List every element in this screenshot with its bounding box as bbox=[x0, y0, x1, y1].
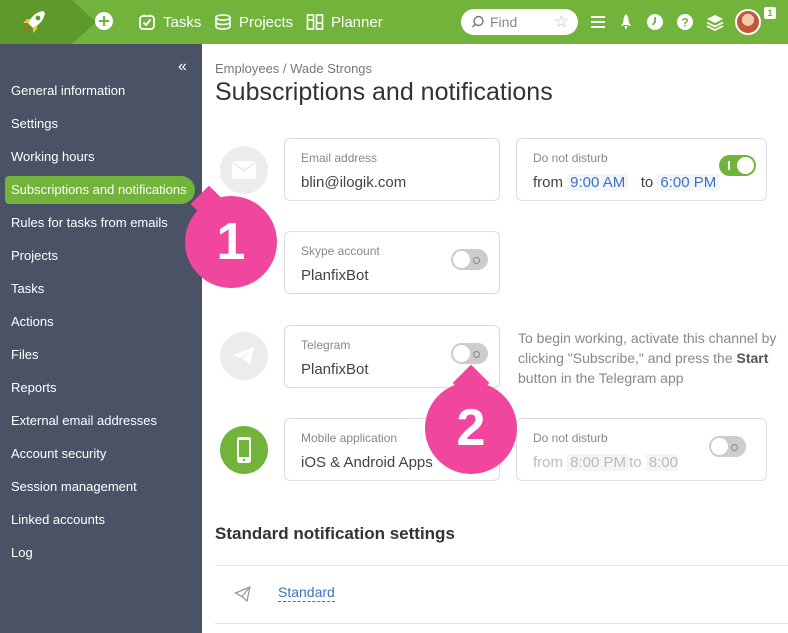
telegram-hint: To begin working, activate this channel … bbox=[518, 328, 783, 388]
mobile-dnd-card: Do not disturb from 8:00 PMto 8:00 AM bbox=[516, 418, 767, 481]
mobile-dnd-toggle[interactable] bbox=[709, 436, 746, 457]
sidebar-item-projects[interactable]: Projects bbox=[0, 242, 202, 270]
email-label: Email address bbox=[301, 151, 378, 165]
telegram-channel-icon bbox=[220, 332, 268, 380]
star-icon[interactable]: ☆ bbox=[554, 12, 569, 32]
sidebar-item-linked-accounts[interactable]: Linked accounts bbox=[0, 506, 202, 534]
telegram-standard-icon bbox=[234, 585, 251, 603]
telegram-hint-bold: Start bbox=[736, 350, 769, 366]
page-title: Subscriptions and notifications bbox=[215, 78, 553, 106]
notification-badge: 1 bbox=[764, 7, 776, 19]
nav-planner[interactable]: Planner bbox=[305, 0, 383, 44]
mobile-channel-icon bbox=[220, 426, 268, 474]
telegram-toggle[interactable] bbox=[451, 343, 488, 364]
sidebar-item-settings[interactable]: Settings bbox=[0, 110, 202, 138]
standard-link[interactable]: Standard bbox=[278, 584, 335, 602]
sidebar-item-subscriptions-and-notifications[interactable]: Subscriptions and notifications bbox=[5, 176, 195, 204]
sidebar-item-log[interactable]: Log bbox=[0, 539, 202, 567]
tasks-icon bbox=[137, 12, 157, 32]
svg-text:?: ? bbox=[681, 16, 688, 30]
sidebar-item-session-management[interactable]: Session management bbox=[0, 473, 202, 501]
top-bar: Tasks Projects Planner ☆ ? 1 bbox=[0, 0, 788, 44]
skype-value[interactable]: PlanfixBot bbox=[301, 267, 483, 284]
mobile-dnd-from-time[interactable]: 8:00 PM bbox=[567, 454, 630, 471]
sidebar-item-working-hours[interactable]: Working hours bbox=[0, 143, 202, 171]
email-dnd-label: Do not disturb bbox=[533, 151, 608, 165]
email-dnd-card: Do not disturb from 9:00 AM to 6:00 PM bbox=[516, 138, 767, 201]
nav-tasks-label: Tasks bbox=[163, 13, 202, 31]
rocket-icon[interactable] bbox=[615, 11, 637, 33]
sidebar-item-files[interactable]: Files bbox=[0, 341, 202, 369]
sidebar: « General information Settings Working h… bbox=[0, 44, 202, 633]
sidebar-item-reports[interactable]: Reports bbox=[0, 374, 202, 402]
sidebar-item-account-security[interactable]: Account security bbox=[0, 440, 202, 468]
add-button[interactable] bbox=[95, 12, 113, 30]
email-channel-icon bbox=[220, 146, 268, 194]
standard-section-title: Standard notification settings bbox=[215, 524, 455, 543]
divider bbox=[215, 623, 788, 624]
mobile-dnd-to-text: to bbox=[629, 454, 642, 471]
sidebar-item-rules-for-tasks-from-emails[interactable]: Rules for tasks from emails bbox=[0, 209, 202, 237]
skype-card: Skype account PlanfixBot bbox=[284, 231, 500, 294]
breadcrumb[interactable]: Employees / Wade Strongs bbox=[215, 61, 372, 76]
collapse-sidebar-icon[interactable]: « bbox=[178, 58, 187, 76]
help-icon[interactable]: ? bbox=[674, 11, 696, 33]
search-icon bbox=[471, 15, 484, 28]
layers-icon[interactable] bbox=[704, 11, 726, 33]
sidebar-item-external-email-addresses[interactable]: External email addresses bbox=[0, 407, 202, 435]
callout-2: 2 bbox=[425, 382, 517, 474]
email-value[interactable]: blin@ilogik.com bbox=[301, 174, 483, 191]
nav-planner-label: Planner bbox=[331, 13, 383, 31]
sidebar-item-actions[interactable]: Actions bbox=[0, 308, 202, 336]
skype-toggle[interactable] bbox=[451, 249, 488, 270]
email-dnd-from-time[interactable]: 9:00 AM bbox=[567, 174, 629, 191]
email-dnd-range: from 9:00 AM to 6:00 PM bbox=[533, 174, 750, 191]
planner-icon bbox=[305, 12, 325, 32]
clock-icon[interactable] bbox=[644, 11, 666, 33]
projects-icon bbox=[213, 12, 233, 32]
user-avatar[interactable] bbox=[735, 9, 761, 35]
telegram-hint-text-2: button in the Telegram app bbox=[518, 370, 684, 386]
telegram-value[interactable]: PlanfixBot bbox=[301, 361, 483, 378]
email-dnd-to-time[interactable]: 6:00 PM bbox=[657, 174, 720, 191]
search-input[interactable] bbox=[490, 14, 550, 30]
email-dnd-to-text: to bbox=[640, 174, 654, 191]
nav-tasks[interactable]: Tasks bbox=[137, 0, 201, 44]
callout-1: 1 bbox=[185, 196, 277, 288]
nav-projects-label: Projects bbox=[239, 13, 294, 31]
divider bbox=[215, 565, 788, 566]
email-dnd-toggle[interactable] bbox=[719, 155, 756, 176]
rocket-logo-icon[interactable] bbox=[19, 8, 49, 36]
mobile-dnd-range: from 8:00 PMto 8:00 AM bbox=[533, 454, 678, 471]
nav-projects[interactable]: Projects bbox=[213, 0, 293, 44]
mobile-dnd-from-text: from bbox=[533, 454, 563, 471]
mobile-dnd-to-time[interactable]: 8:00 AM bbox=[645, 454, 678, 471]
menu-icon[interactable] bbox=[587, 11, 609, 33]
sidebar-item-general-information[interactable]: General information bbox=[0, 77, 202, 105]
search-box[interactable]: ☆ bbox=[461, 9, 578, 35]
email-dnd-from-text: from bbox=[533, 174, 563, 191]
email-card: Email address blin@ilogik.com bbox=[284, 138, 500, 201]
sidebar-item-tasks[interactable]: Tasks bbox=[0, 275, 202, 303]
